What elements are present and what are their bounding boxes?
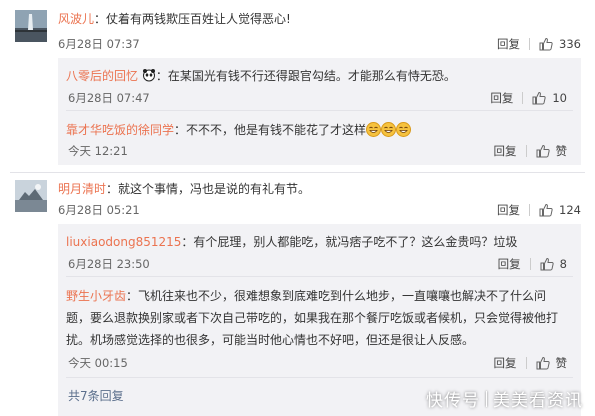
like-count: 10 — [552, 91, 567, 105]
reply-button[interactable]: 回复 — [494, 143, 517, 159]
avatar[interactable] — [15, 10, 47, 42]
watermark-right: 美美看资讯 — [493, 391, 583, 411]
reply-button[interactable]: 回复 — [494, 355, 517, 371]
laughing-emoji-icon — [381, 122, 397, 137]
thumbs-up-icon[interactable] — [539, 37, 553, 51]
comment-text: 明月清时：就这个事情，冯也是说的有礼有节。 — [58, 182, 311, 196]
reply-actions: 回复 8 — [498, 256, 567, 272]
reply-button[interactable]: 回复 — [498, 256, 521, 272]
like-label: 赞 — [555, 144, 568, 158]
separator — [529, 38, 531, 50]
username-link[interactable]: 八零后的回忆 — [66, 69, 138, 83]
reply-actions: 回复 赞 — [494, 143, 568, 159]
separator — [529, 258, 531, 270]
like-count: 8 — [559, 257, 567, 271]
reply-content: 在某国光有钱不行还得跟官勾结。才能那么有恃无恐。 — [167, 69, 456, 83]
watermark-separator — [486, 390, 487, 407]
divider — [66, 377, 573, 378]
separator — [525, 357, 527, 369]
separator — [522, 92, 524, 104]
avatar[interactable] — [15, 180, 47, 212]
timestamp: 6月28日 23:50 — [68, 257, 150, 271]
panda-badge-icon — [142, 68, 156, 82]
timestamp: 6月28日 05:21 — [58, 203, 140, 217]
reply-content: 有个屁理，别人都能吃，就冯痞子吃不了？这么金贵吗？垃圾 — [193, 235, 518, 249]
reply-text: 野生小牙齿：飞机往来也不少，很难想象到底难吃到什么地步，一直嚷嚷也解决不了什么问 — [66, 289, 547, 303]
username-link[interactable]: liuxiaodong851215 — [66, 235, 181, 249]
watermark-left: 快传号 — [426, 391, 480, 411]
username-link[interactable]: 野生小牙齿 — [66, 289, 126, 303]
laughing-emoji-icon — [396, 122, 412, 137]
thumbs-up-icon[interactable] — [539, 203, 553, 217]
watermark: 快传号 美美看资讯 — [426, 386, 583, 411]
username-link[interactable]: 风波儿 — [58, 12, 94, 26]
comment-2: 明月清时：就这个事情，冯也是说的有礼有节。 6月28日 05:21 回复 124… — [0, 172, 595, 416]
reply-content-line-1: 飞机往来也不少，很难想象到底难吃到什么地步，一直嚷嚷也解决不了什么问 — [138, 289, 547, 303]
like-count: 124 — [559, 203, 581, 217]
divider — [66, 276, 573, 277]
thumbs-up-icon[interactable] — [532, 91, 547, 105]
reply-button[interactable]: 回复 — [497, 36, 520, 52]
reply-actions: 回复 10 — [490, 90, 567, 106]
replies-container: 八零后的回忆 ：在某国光有钱不行还得跟官勾结。才能那么有恃无恐。 6月28日 0… — [58, 58, 581, 165]
reply-text: 靠才华吃饭的徐同学：不不不，他是有钱不能花了才这样 — [66, 121, 412, 138]
reply-button[interactable]: 回复 — [497, 202, 520, 218]
comment-content: 就这个事情，冯也是说的有礼有节。 — [118, 182, 311, 196]
comment-actions: 回复 336 — [497, 36, 581, 52]
comment-content: 仗着有两钱欺压百姓让人觉得恶心! — [106, 12, 291, 26]
reply-actions: 回复 赞 — [494, 355, 568, 371]
username-link[interactable]: 明月清时 — [58, 182, 106, 196]
timestamp: 今天 12:21 — [68, 144, 128, 158]
laughing-emoji-icon — [366, 122, 382, 137]
comment-text: 风波儿：仗着有两钱欺压百姓让人觉得恶心! — [58, 12, 291, 26]
reply-button[interactable]: 回复 — [490, 90, 513, 106]
timestamp: 6月28日 07:37 — [58, 37, 140, 51]
thumbs-up-icon[interactable] — [536, 356, 550, 370]
thumbs-up-icon[interactable] — [536, 144, 550, 158]
comment-actions: 回复 124 — [497, 202, 581, 218]
reply-content-line-3: 扰。机场感觉选择的也很多，可能当时他心情也不好吧，但还是很让人反感。 — [66, 333, 475, 347]
thumbs-up-icon[interactable] — [540, 257, 554, 271]
timestamp: 6月28日 07:47 — [68, 91, 150, 105]
like-label: 赞 — [555, 356, 568, 370]
username-link[interactable]: 靠才华吃饭的徐同学 — [66, 123, 174, 137]
divider — [66, 110, 573, 111]
separator — [529, 204, 531, 216]
reply-text: liuxiaodong851215：有个屁理，别人都能吃，就冯痞子吃不了？这么金… — [66, 235, 518, 249]
separator — [525, 145, 527, 157]
reply-content: 不不不，他是有钱不能花了才这样 — [186, 123, 367, 137]
like-count: 336 — [559, 37, 581, 51]
reply-content-line-2: 题，要么退款换别家或者下次自己带吃的，如果我在那个餐厅吃饭或者候机，只会觉得被他… — [66, 311, 559, 325]
more-replies-link[interactable]: 共7条回复 — [68, 387, 124, 404]
comment-1: 风波儿：仗着有两钱欺压百姓让人觉得恶心! 6月28日 07:37 回复 336 … — [0, 0, 595, 165]
timestamp: 今天 00:15 — [68, 356, 128, 370]
reply-text: 八零后的回忆 ：在某国光有钱不行还得跟官勾结。才能那么有恃无恐。 — [66, 68, 456, 83]
